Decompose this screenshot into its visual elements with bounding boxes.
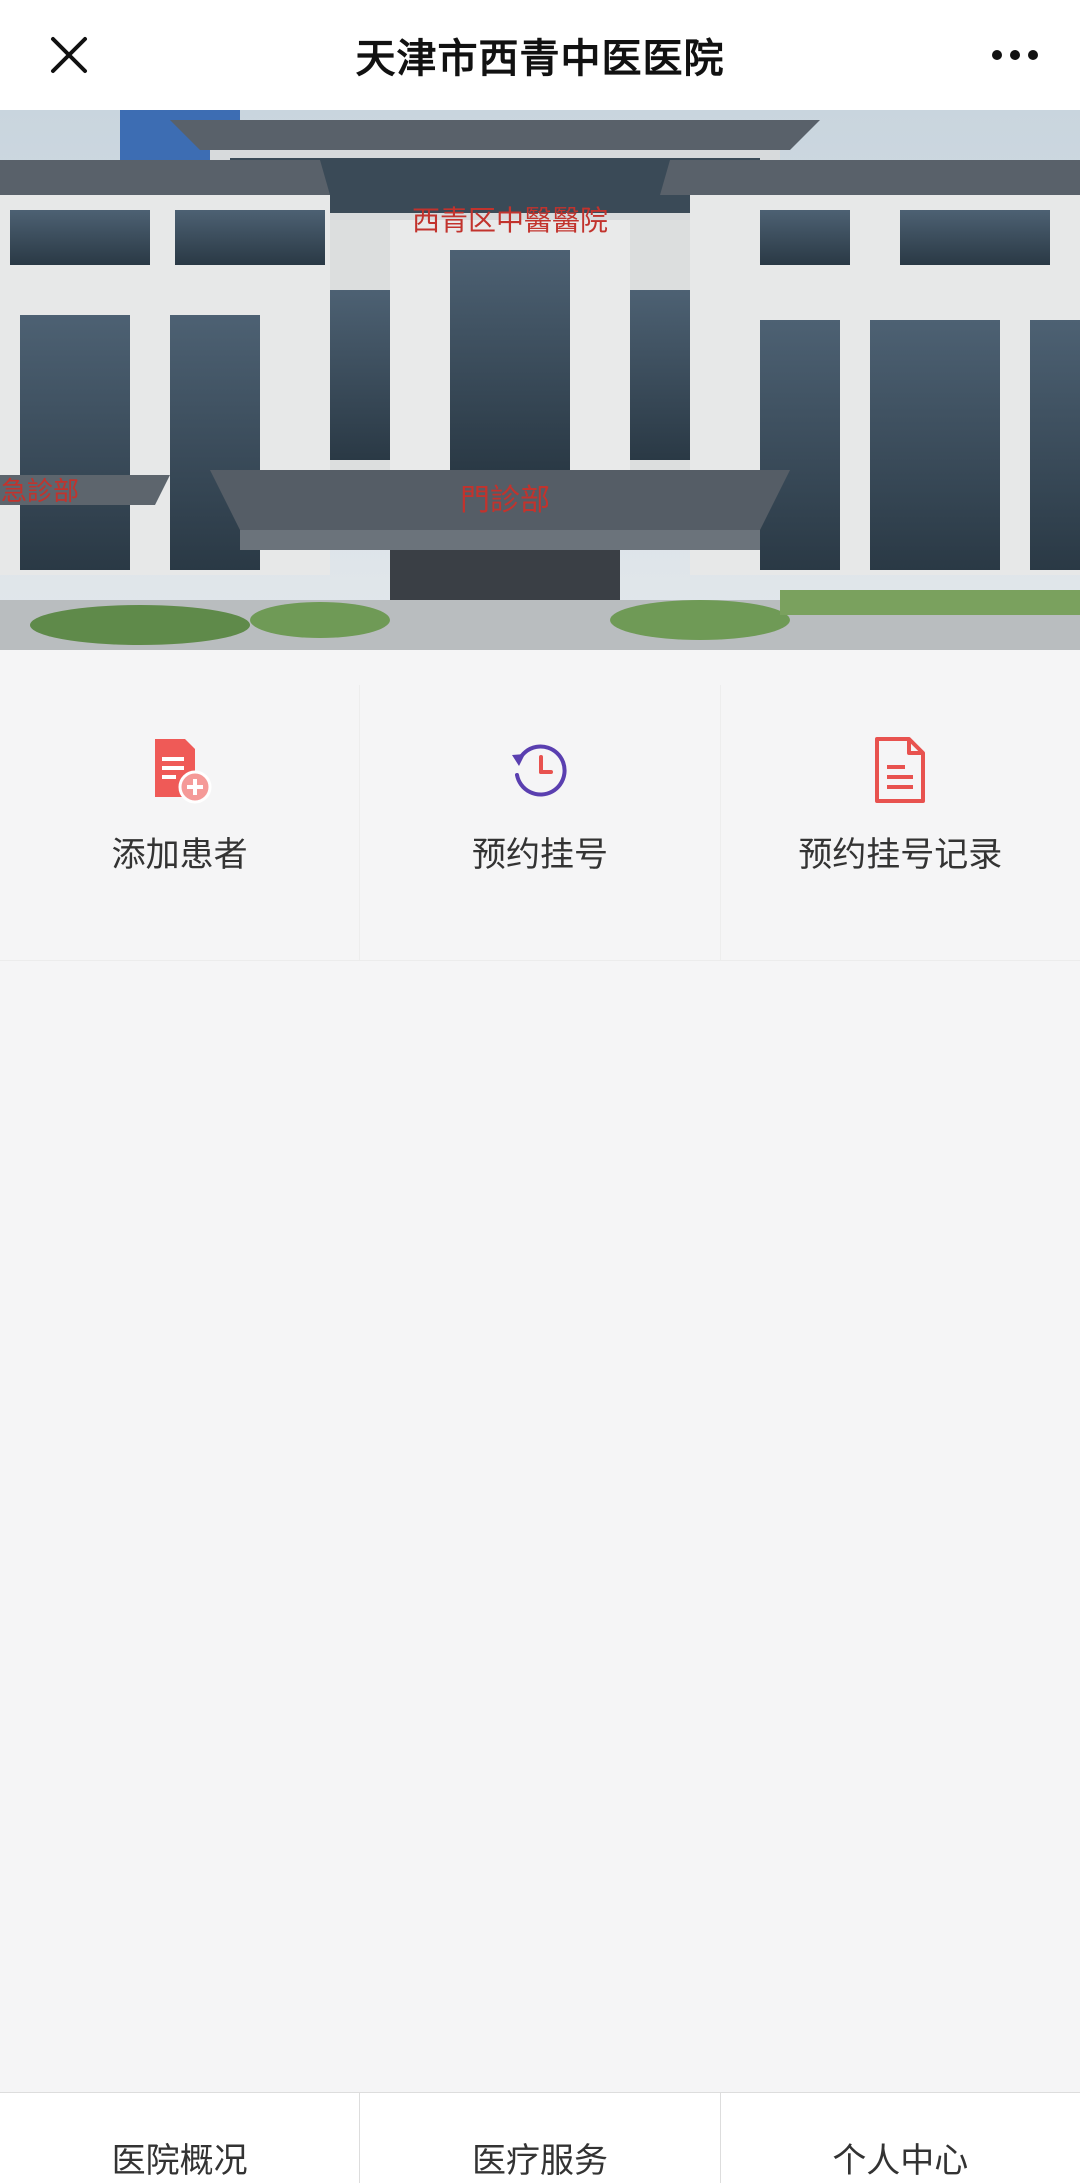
menu-item-add-patient[interactable]: 添加患者 bbox=[0, 685, 361, 960]
banner-sign-entrance: 門診部 bbox=[460, 483, 550, 518]
more-dots-icon bbox=[992, 50, 1038, 60]
bottom-tab-bar: 医院概况 医疗服务 个人中心 bbox=[0, 2092, 1080, 2183]
menu-item-label: 预约挂号记录 bbox=[798, 835, 1003, 875]
top-bar: 天津市西青中医医院 bbox=[0, 0, 1080, 110]
clock-refresh-icon bbox=[511, 744, 567, 797]
add-patient-icon bbox=[154, 739, 212, 804]
hospital-banner-image: 西青区中醫醫院 門診部 急診部 bbox=[0, 110, 1080, 650]
hospital-building-illustration: 西青区中醫醫院 門診部 急診部 bbox=[0, 110, 1080, 650]
close-icon bbox=[51, 37, 87, 73]
more-button[interactable] bbox=[980, 26, 1050, 84]
menu-item-label: 添加患者 bbox=[111, 835, 248, 875]
tab-personal-center[interactable]: 个人中心 bbox=[721, 2093, 1080, 2183]
menu-item-appointment-records[interactable]: 预约挂号记录 bbox=[721, 685, 1080, 960]
page-title: 天津市西青中医医院 bbox=[355, 36, 725, 82]
document-record-icon bbox=[875, 737, 926, 803]
menu-item-appointment[interactable]: 预约挂号 bbox=[360, 685, 721, 960]
function-menu: 添加患者 预约挂号 预约挂号记录 bbox=[0, 685, 1080, 961]
banner-sign-left: 急診部 bbox=[1, 477, 79, 507]
banner-sign-main: 西青区中醫醫院 bbox=[412, 204, 608, 237]
close-button[interactable] bbox=[40, 26, 98, 84]
tab-hospital-overview[interactable]: 医院概况 bbox=[0, 2093, 361, 2183]
tab-medical-services[interactable]: 医疗服务 bbox=[360, 2093, 721, 2183]
menu-item-label: 预约挂号 bbox=[471, 835, 608, 875]
